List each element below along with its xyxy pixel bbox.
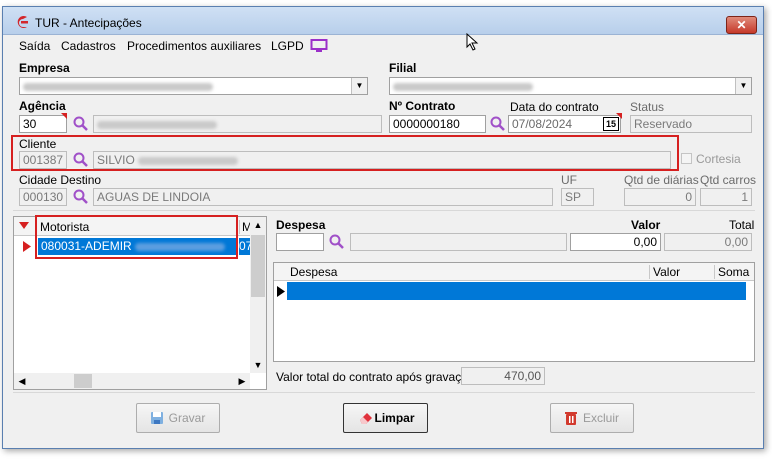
- cortesia-label: Cortesia: [696, 152, 741, 166]
- despesa-grid[interactable]: Despesa Valor Soma: [273, 262, 755, 362]
- chevron-down-icon[interactable]: ▼: [351, 78, 367, 94]
- despesa-label: Despesa: [276, 218, 326, 232]
- trash-icon: [565, 412, 577, 425]
- chevron-down-icon[interactable]: ▼: [735, 78, 751, 94]
- menu-bar: Saída Cadastros Procedimentos auxiliares…: [3, 36, 763, 56]
- search-icon[interactable]: [72, 115, 90, 133]
- empresa-select[interactable]: ▼: [19, 77, 368, 95]
- close-button[interactable]: ✕: [726, 16, 757, 34]
- selected-row-cell[interactable]: [287, 282, 746, 300]
- gravar-button[interactable]: Gravar: [136, 403, 220, 433]
- scroll-down-icon[interactable]: ▼: [250, 357, 266, 373]
- divider: [13, 392, 755, 393]
- menu-saida[interactable]: Saída: [19, 39, 50, 53]
- excluir-label: Excluir: [582, 411, 619, 425]
- search-icon[interactable]: [489, 115, 507, 133]
- gravar-label: Gravar: [168, 411, 206, 425]
- data-contrato-label: Data do contrato: [510, 100, 599, 114]
- scroll-thumb[interactable]: [251, 235, 265, 297]
- total-label: Total: [729, 218, 755, 232]
- qtd-carros-label: Qtd carros: [700, 173, 757, 187]
- eraser-icon: [360, 413, 372, 424]
- cliente-code-field: 001387: [19, 151, 67, 169]
- scroll-thumb[interactable]: [74, 374, 92, 388]
- valor-total-label: Valor total do contrato após gravação: [276, 370, 475, 384]
- cidade-name-field: AGUAS DE LINDOIA: [93, 188, 553, 206]
- valor-input[interactable]: 0,00: [570, 233, 661, 251]
- sort-desc-icon[interactable]: [19, 222, 29, 230]
- search-icon[interactable]: [328, 233, 346, 251]
- motorista-highlight-frame: [35, 215, 238, 259]
- horizontal-scrollbar[interactable]: ◀ ▶: [14, 373, 250, 389]
- agencia-code-input[interactable]: 30: [19, 115, 67, 133]
- status-field: Reservado: [630, 115, 752, 133]
- despesa-code-input[interactable]: [276, 233, 324, 251]
- cliente-label: Cliente: [19, 137, 57, 151]
- status-label: Status: [630, 100, 665, 114]
- filial-select[interactable]: ▼: [389, 77, 752, 95]
- col-despesa[interactable]: Despesa: [290, 265, 337, 279]
- col-soma[interactable]: Soma: [714, 265, 749, 279]
- app-window: TUR - Antecipações ✕ Saída Cadastros Pro…: [2, 6, 764, 449]
- filial-label: Filial: [389, 61, 417, 75]
- required-marker-icon: [61, 113, 67, 119]
- save-icon: [151, 412, 163, 424]
- excluir-button[interactable]: Excluir: [550, 403, 634, 433]
- calendar-icon[interactable]: 15: [603, 117, 619, 131]
- row-pointer-icon: [277, 286, 285, 297]
- total-field: 0,00: [664, 233, 752, 251]
- cortesia-checkbox[interactable]: [681, 153, 692, 164]
- vertical-scrollbar[interactable]: ▲ ▼: [250, 217, 266, 373]
- required-marker-icon: [616, 113, 622, 119]
- scroll-up-icon[interactable]: ▲: [250, 217, 266, 233]
- agencia-label: Agência: [19, 99, 66, 113]
- agencia-name-field: [93, 115, 382, 133]
- menu-lgpd[interactable]: LGPD: [271, 39, 304, 53]
- limpar-label: Limpar: [374, 411, 415, 425]
- window-title: TUR - Antecipações: [35, 16, 142, 30]
- app-logo-icon: [17, 16, 28, 28]
- row-pointer-icon: [23, 241, 31, 252]
- valor-total-field: 470,00: [461, 367, 545, 385]
- search-icon[interactable]: [72, 188, 90, 206]
- uf-field: SP: [561, 188, 594, 206]
- menu-procedimentos[interactable]: Procedimentos auxiliares: [127, 39, 261, 53]
- cliente-name-text: SILVIO: [97, 153, 135, 167]
- col-valor[interactable]: Valor: [649, 265, 711, 279]
- scroll-right-icon[interactable]: ▶: [234, 373, 250, 389]
- qtd-diarias-label: Qtd de diárias: [624, 173, 699, 187]
- contrato-label: Nº Contrato: [389, 99, 456, 113]
- scroll-left-icon[interactable]: ◀: [14, 373, 30, 389]
- valor-label: Valor: [631, 218, 661, 232]
- mouse-cursor-icon: [466, 33, 479, 51]
- despesa-grid-header: Despesa Valor Soma: [274, 263, 754, 281]
- search-icon[interactable]: [72, 151, 90, 169]
- cliente-name-field: SILVIO: [93, 151, 671, 169]
- uf-label: UF: [561, 173, 577, 187]
- empresa-label: Empresa: [19, 61, 70, 75]
- qtd-diarias-field: 0: [624, 188, 696, 206]
- menu-cadastros[interactable]: Cadastros: [61, 39, 116, 53]
- divider: [13, 210, 755, 211]
- despesa-name-field: [350, 233, 567, 251]
- contrato-input[interactable]: 0000000180: [389, 115, 486, 133]
- cidade-code-field: 000130: [19, 188, 67, 206]
- monitor-icon[interactable]: [310, 39, 328, 53]
- qtd-carros-field: 1: [700, 188, 752, 206]
- cidade-label: Cidade Destino: [19, 173, 102, 187]
- title-bar: TUR - Antecipações ✕: [3, 7, 763, 35]
- limpar-button[interactable]: Limpar: [343, 403, 428, 433]
- table-row[interactable]: [274, 282, 746, 300]
